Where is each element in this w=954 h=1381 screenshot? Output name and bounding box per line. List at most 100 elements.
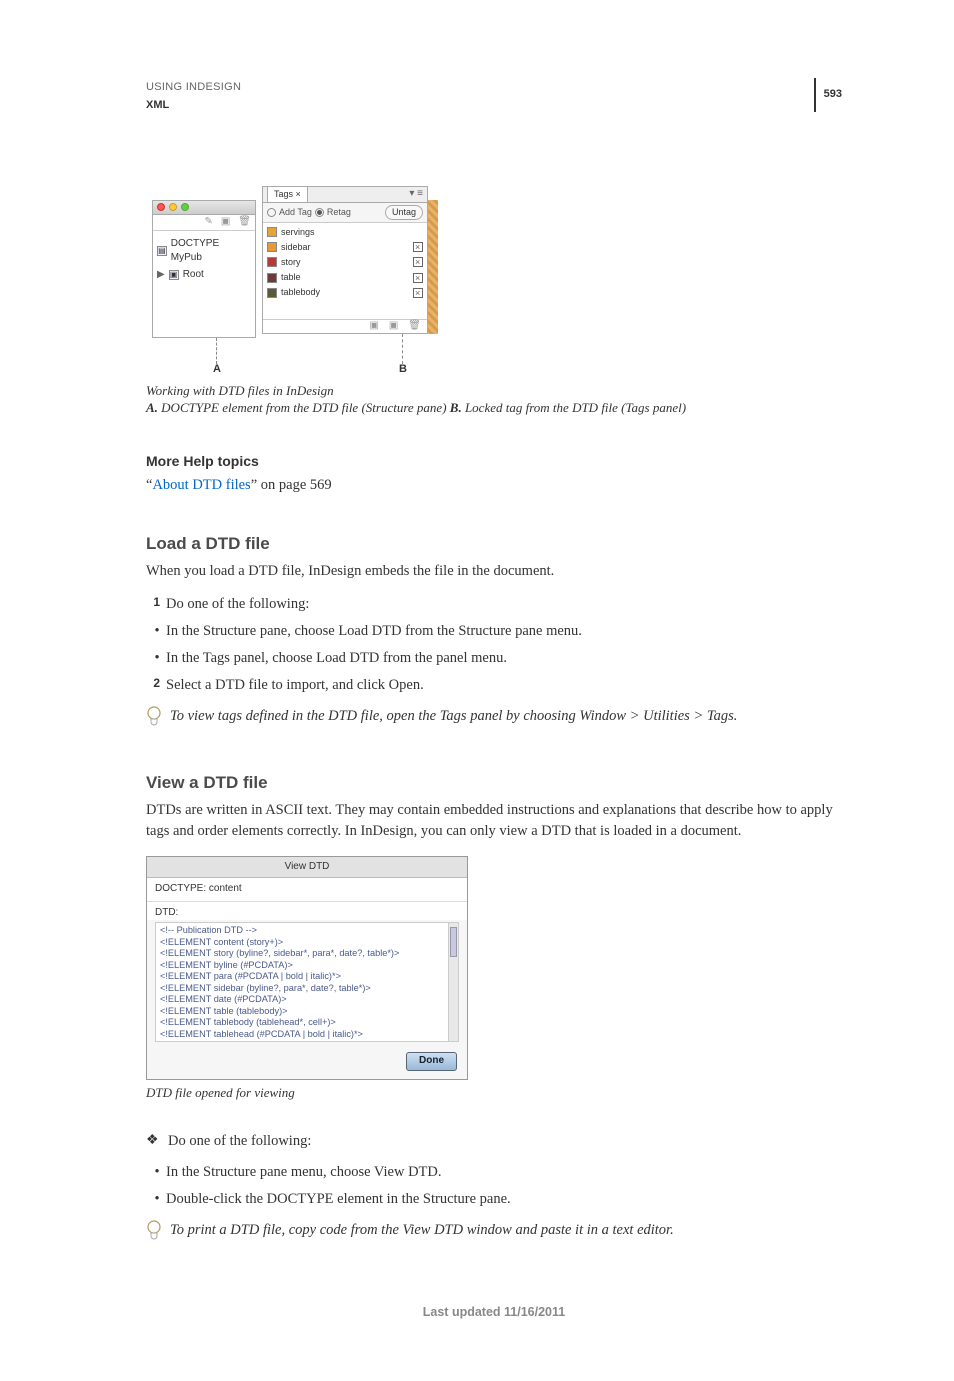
lock-icon [413,257,423,267]
radio-icon [267,208,276,217]
bullet-item: • In the Tags panel, choose Load DTD fro… [146,648,842,669]
new-tag-icon: ▣ [389,319,398,334]
step-2: 2 Select a DTD file to import, and click… [146,675,842,696]
untag-button: Untag [385,205,423,220]
bullet-item: • In the Structure pane menu, choose Vie… [146,1162,842,1183]
more-help-line: “About DTD files” on page 569 [146,475,842,496]
figure1-caption: Working with DTD files in InDesign A. DO… [146,382,842,417]
lock-icon [413,288,423,298]
step-text: Select a DTD file to import, and click O… [166,675,424,696]
bullet-text: In the Structure pane, choose Load DTD f… [166,621,582,642]
scroll-thumb [450,927,457,957]
view-dtd-heading: View a DTD file [146,771,842,796]
tag-row: sidebar [267,240,423,255]
tag-list: servings sidebar story table tablebody [263,223,427,302]
close-icon [157,203,165,211]
bullet-dot-icon: • [150,621,164,642]
page-number-box: 593 [814,78,842,112]
tag-swatch [267,273,277,283]
view-dtd-dialog: View DTD DOCTYPE: content DTD: <!-- Publ… [146,856,468,1080]
doctype-row: ▤ DOCTYPE MyPub [157,237,251,266]
figure2-caption: DTD file opened for viewing [146,1084,842,1103]
tags-controls: Add Tag Retag Untag [263,203,427,223]
expand-arrow-icon: ▶ [157,268,165,283]
tag-swatch [267,288,277,298]
radio-icon [315,208,324,217]
bullet-text: Double-click the DOCTYPE element in the … [166,1189,511,1210]
tags-footer: ▣ ▣ 🗑 [263,319,427,333]
doctype-line: DOCTYPE: content [147,878,467,902]
view-dtd-intro: DTDs are written in ASCII text. They may… [146,800,842,842]
bullet-dot-icon: • [150,1189,164,1210]
callout-line-b [402,334,403,364]
figure1-caption-title: Working with DTD files in InDesign [146,382,842,400]
bullet-dot-icon: • [150,648,164,669]
root-label: Root [183,268,204,283]
diamond-intro-row: ❖ Do one of the following: [146,1131,842,1152]
tags-tab-bar: Tags × ▾ ≡ [263,187,427,203]
callout-label-b: B [399,362,407,378]
tags-panel: Tags × ▾ ≡ Add Tag Retag Untag servings … [262,186,428,334]
step-number: 2 [146,675,160,696]
tags-tab: Tags × [267,186,308,202]
more-help-heading: More Help topics [146,451,842,471]
dialog-title: View DTD [147,857,467,879]
step-number: 1 [146,594,160,615]
trash-icon: 🗑 [408,319,421,334]
dialog-button-row: Done [147,1048,467,1079]
dtd-code-area: <!-- Publication DTD --> <!ELEMENT conte… [155,922,459,1042]
element-icon: ▣ [169,270,179,280]
lightbulb-icon [146,706,166,735]
tool-icon: ▣ [221,215,230,230]
load-dtd-intro: When you load a DTD file, InDesign embed… [146,561,842,582]
tag-swatch [267,242,277,252]
bullet-dot-icon: • [150,1162,164,1183]
figure-art: ✎ ▣ 🗑 ▤ DOCTYPE MyPub ▶ ▣ Root Tags × [146,186,438,376]
header-line1: USING INDESIGN [146,80,842,96]
tip-load-dtd: To view tags defined in the DTD file, op… [146,706,842,735]
bullet-item: • In the Structure pane, choose Load DTD… [146,621,842,642]
figure1-caption-keys: A. DOCTYPE element from the DTD file (St… [146,399,842,417]
dtd-label: DTD: [147,902,467,921]
lock-icon [413,273,423,283]
structure-toolbar: ✎ ▣ 🗑 [153,215,255,231]
retag-label: Retag [327,206,351,219]
callout-label-a: A [213,362,221,378]
done-button[interactable]: Done [406,1052,457,1071]
tool-icon: ✎ [204,215,212,230]
tag-swatch [267,227,277,237]
zoom-icon [181,203,189,211]
tip-text: To view tags defined in the DTD file, op… [170,706,737,735]
lock-icon [413,242,423,252]
tip-text: To print a DTD file, copy code from the … [170,1220,674,1249]
scrollbar [448,923,458,1041]
diamond-icon: ❖ [146,1131,164,1152]
panel-close-icon: ▾ ≡ [409,187,423,202]
minimize-icon [169,203,177,211]
tag-swatch [267,257,277,267]
step-1: 1 Do one of the following: [146,594,842,615]
page-number: 593 [824,87,842,103]
load-dtd-heading: Load a DTD file [146,532,842,557]
add-tag-label: Add Tag [279,206,312,219]
page-number-bar [814,78,816,112]
tag-row: servings [267,225,423,240]
trash-icon: 🗑 [238,215,251,230]
doctype-icon: ▤ [157,246,167,256]
header-line2: XML [146,98,842,114]
doctype-label: DOCTYPE MyPub [171,237,251,266]
running-header: USING INDESIGN XML [146,80,842,114]
root-row: ▶ ▣ Root [157,268,251,283]
structure-pane: ✎ ▣ 🗑 ▤ DOCTYPE MyPub ▶ ▣ Root [152,200,256,338]
load-dtd-steps: 1 Do one of the following: • In the Stru… [146,594,842,696]
footer-updated: Last updated 11/16/2011 [146,1303,842,1321]
diamond-text: Do one of the following: [168,1131,311,1152]
tag-row: tablebody [267,285,423,300]
callout-line-a [216,338,217,364]
bullet-item: • Double-click the DOCTYPE element in th… [146,1189,842,1210]
bullet-text: In the Tags panel, choose Load DTD from … [166,648,507,669]
window-titlebar [153,201,255,215]
link-about-dtd-files[interactable]: About DTD files [152,477,250,493]
tag-row: story [267,255,423,270]
tag-row: table [267,270,423,285]
